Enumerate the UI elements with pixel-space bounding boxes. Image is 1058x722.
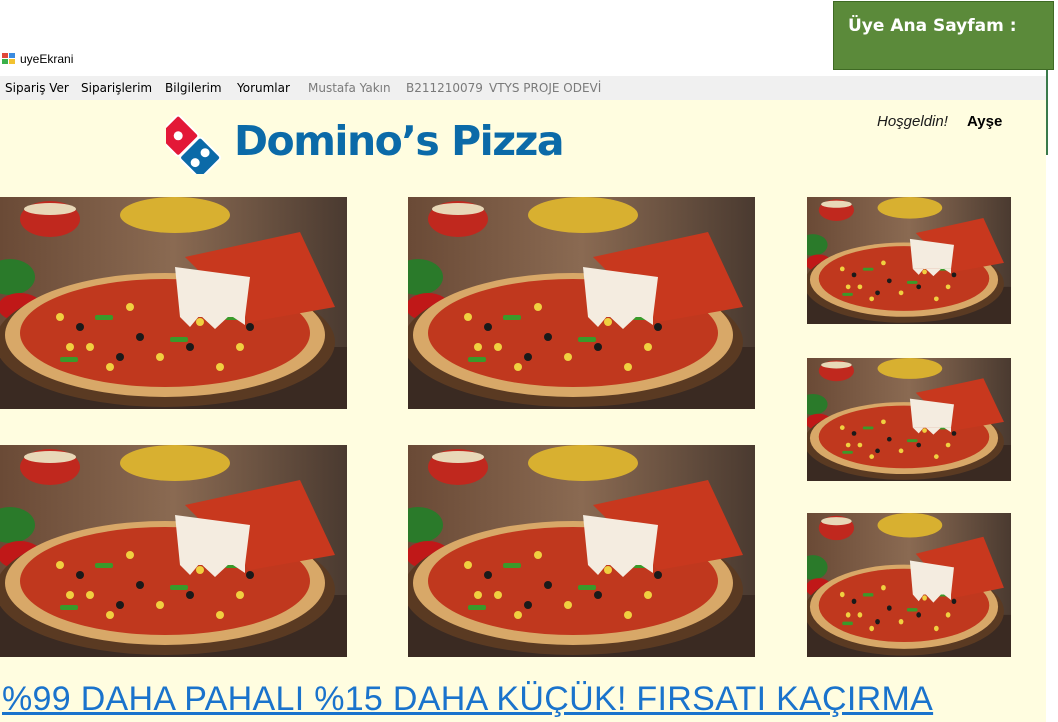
- window-app-icon: [2, 53, 16, 65]
- menu-bar: Sipariş Ver Siparişlerim Bilgilerim Yoru…: [0, 76, 1046, 100]
- client-area: Domino’s Pizza Hoşgeldin! Ayşe %99 DAHA …: [0, 100, 1046, 722]
- dominos-logo: Domino’s Pizza: [157, 102, 596, 179]
- welcome-username: Ayşe: [967, 113, 1003, 130]
- menu-yorumlar[interactable]: Yorumlar: [237, 81, 290, 95]
- pizza-image[interactable]: [807, 513, 1011, 657]
- menu-project-name: VTYS PROJE ODEVİ: [489, 81, 602, 95]
- edge-divider: [1046, 70, 1048, 155]
- menu-siparislerim[interactable]: Siparişlerim: [81, 81, 152, 95]
- pizza-image[interactable]: [807, 197, 1011, 324]
- logo-text: Domino’s Pizza: [234, 117, 565, 165]
- pizza-image[interactable]: [807, 358, 1011, 481]
- menu-siparis-ver[interactable]: Sipariş Ver: [5, 81, 69, 95]
- window-titlebar: uyeEkrani: [0, 50, 1046, 70]
- welcome-text: Hoşgeldin!: [877, 113, 948, 130]
- menu-author-name: Mustafa Yakın: [308, 81, 391, 95]
- pizza-image[interactable]: [408, 445, 755, 657]
- window-title: uyeEkrani: [20, 52, 74, 66]
- pizza-image[interactable]: [0, 197, 347, 409]
- menu-student-id: B211210079: [406, 81, 483, 95]
- domino-tile-icon: [157, 114, 222, 179]
- pizza-image[interactable]: [408, 197, 755, 409]
- promo-banner-link[interactable]: %99 DAHA PAHALI %15 DAHA KÜÇÜK! FIRSATI …: [2, 680, 933, 719]
- menu-bilgilerim[interactable]: Bilgilerim: [165, 81, 222, 95]
- pizza-image[interactable]: [0, 445, 347, 657]
